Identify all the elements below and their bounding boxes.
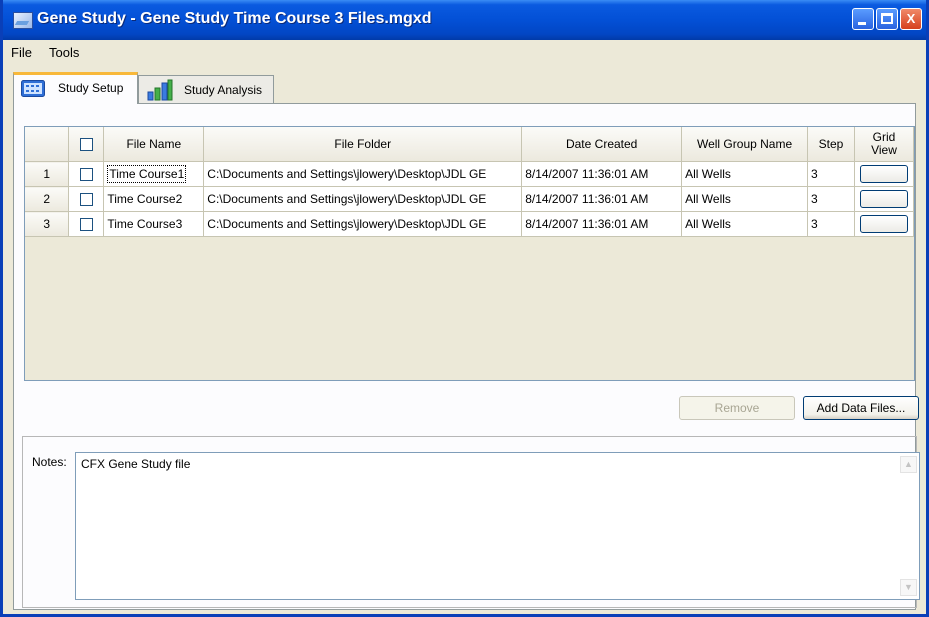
file-name-cell[interactable]: Time Course3 — [103, 211, 205, 237]
file-name-cell[interactable]: Time Course2 — [103, 186, 205, 212]
file-name-cell[interactable]: Time Course1 — [103, 161, 205, 187]
table-row[interactable]: 2 Time Course2 C:\Documents and Settings… — [25, 186, 915, 212]
column-well-group-name[interactable]: Well Group Name — [681, 127, 809, 162]
grid-view-button[interactable] — [859, 165, 908, 183]
close-icon: X — [906, 11, 916, 26]
file-folder-cell[interactable]: C:\Documents and Settings\jlowery\Deskto… — [203, 211, 523, 237]
select-all-checkbox[interactable] — [79, 138, 93, 152]
maximize-icon — [881, 13, 893, 24]
maximize-button[interactable] — [876, 8, 898, 30]
grid-icon — [21, 80, 45, 97]
minimize-icon — [858, 22, 866, 25]
notes-textarea[interactable]: CFX Gene Study file ▲ ▼ — [75, 452, 920, 600]
date-created-cell[interactable]: 8/14/2007 11:36:01 AM — [521, 161, 683, 187]
column-file-folder[interactable]: File Folder — [203, 127, 523, 162]
app-icon — [13, 12, 33, 29]
column-step[interactable]: Step — [807, 127, 855, 162]
data-files-table: File Name File Folder Date Created Well … — [25, 127, 915, 237]
bar-chart-icon — [147, 79, 173, 101]
step-cell[interactable]: 3 — [807, 186, 855, 212]
date-created-cell[interactable]: 8/14/2007 11:36:01 AM — [521, 211, 683, 237]
table-row[interactable]: 3 Time Course3 C:\Documents and Settings… — [25, 211, 915, 237]
grid-view-cell — [854, 211, 915, 237]
notes-label: Notes: — [32, 455, 67, 469]
grid-view-button[interactable] — [859, 190, 908, 208]
file-folder-cell[interactable]: C:\Documents and Settings\jlowery\Deskto… — [203, 161, 523, 187]
well-group-cell[interactable]: All Wells — [681, 186, 809, 212]
menu-file[interactable]: File — [11, 45, 32, 60]
scroll-down-icon[interactable]: ▼ — [900, 579, 917, 596]
column-grid-view[interactable]: Grid View — [854, 127, 915, 162]
title-bar[interactable]: Gene Study - Gene Study Time Course 3 Fi… — [3, 0, 926, 40]
column-file-name[interactable]: File Name — [103, 127, 205, 162]
select-all-header — [68, 127, 105, 162]
step-cell[interactable]: 3 — [807, 161, 855, 187]
row-checkbox[interactable] — [79, 193, 93, 207]
grid-view-cell — [854, 161, 915, 187]
grid-view-button[interactable] — [859, 215, 908, 233]
tab-study-setup[interactable]: Study Setup — [13, 72, 138, 104]
row-select-cell — [68, 186, 105, 212]
notes-value: CFX Gene Study file — [81, 457, 191, 471]
column-date-created[interactable]: Date Created — [521, 127, 683, 162]
tab-study-analysis[interactable]: Study Analysis — [138, 75, 274, 104]
window-title: Gene Study - Gene Study Time Course 3 Fi… — [37, 10, 432, 27]
step-cell[interactable]: 3 — [807, 211, 855, 237]
row-select-cell — [68, 211, 105, 237]
grid-view-cell — [854, 186, 915, 212]
remove-button[interactable]: Remove — [679, 396, 795, 420]
row-checkbox[interactable] — [79, 168, 93, 182]
row-number: 1 — [25, 161, 70, 187]
file-folder-cell[interactable]: C:\Documents and Settings\jlowery\Deskto… — [203, 186, 523, 212]
well-group-cell[interactable]: All Wells — [681, 211, 809, 237]
row-checkbox[interactable] — [79, 218, 93, 232]
row-number: 2 — [25, 186, 70, 212]
add-data-files-button[interactable]: Add Data Files... — [803, 396, 919, 420]
menu-tools[interactable]: Tools — [49, 45, 79, 60]
row-number: 3 — [25, 211, 70, 237]
minimize-button[interactable] — [852, 8, 874, 30]
file-name-value: Time Course1 — [107, 165, 187, 183]
close-button[interactable]: X — [900, 8, 922, 30]
table-row[interactable]: 1 Time Course1 C:\Documents and Settings… — [25, 161, 915, 187]
tab-study-analysis-label: Study Analysis — [184, 83, 263, 97]
tab-study-setup-label: Study Setup — [58, 81, 124, 95]
menu-bar: File Tools — [3, 40, 926, 66]
row-number-header — [25, 127, 70, 162]
row-select-cell — [68, 161, 105, 187]
table-header-row: File Name File Folder Date Created Well … — [25, 127, 915, 162]
date-created-cell[interactable]: 8/14/2007 11:36:01 AM — [521, 186, 683, 212]
data-files-grid: File Name File Folder Date Created Well … — [24, 126, 915, 381]
well-group-cell[interactable]: All Wells — [681, 161, 809, 187]
scroll-up-icon[interactable]: ▲ — [900, 456, 917, 473]
